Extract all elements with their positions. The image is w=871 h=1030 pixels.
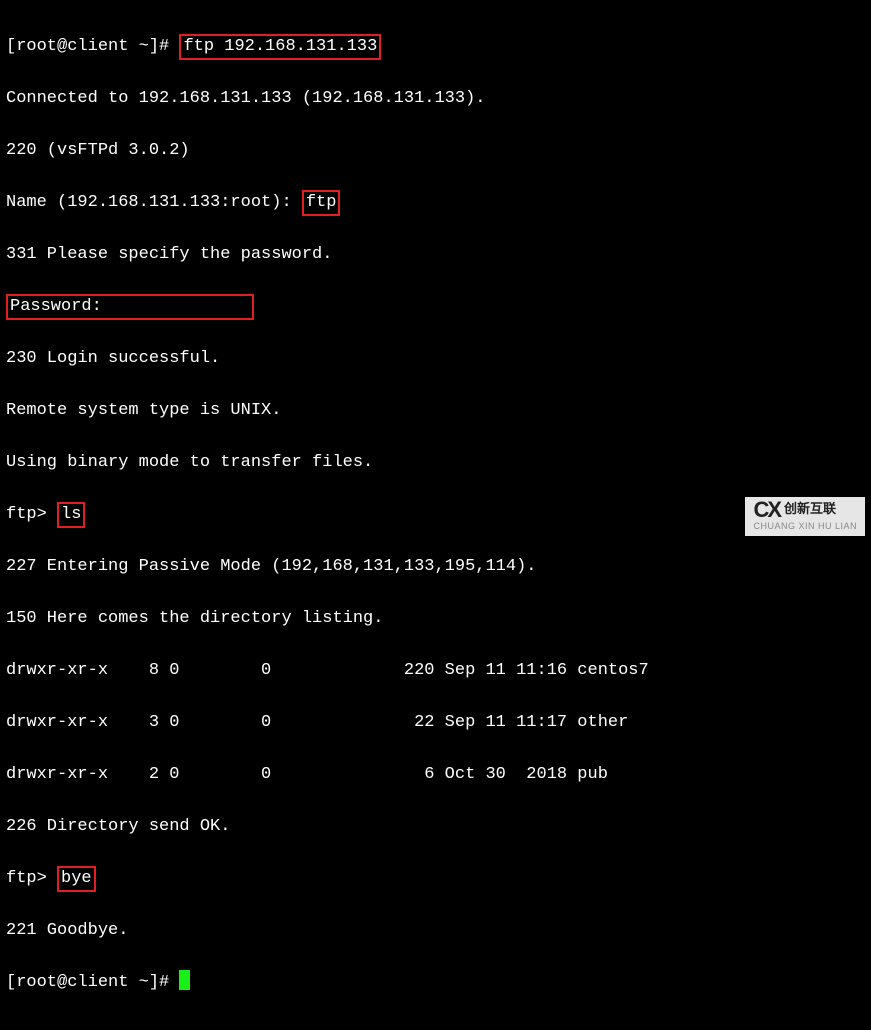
- output-150: 150 Here comes the directory listing.: [6, 606, 865, 632]
- shell-prompt: [root@client ~]#: [6, 37, 179, 56]
- dir-row: drwxr-xr-x 3 0 0 22 Sep 11 11:17 other: [6, 710, 865, 736]
- shell-prompt-line-2: [root@client ~]#: [6, 970, 865, 996]
- name-prompt-label: Name (192.168.131.133:root):: [6, 193, 302, 212]
- name-input: ftp: [302, 190, 341, 216]
- output-connected: Connected to 192.168.131.133 (192.168.13…: [6, 86, 865, 112]
- dir-row: drwxr-xr-x 8 0 0 220 Sep 11 11:16 centos…: [6, 658, 865, 684]
- password-prompt: Password:: [6, 294, 254, 320]
- output-331: 331 Please specify the password.: [6, 242, 865, 268]
- ftp-prompt-bye-line: ftp> bye: [6, 866, 865, 892]
- password-line: Password:: [6, 294, 865, 320]
- watermark-title: 创新互联: [784, 501, 836, 516]
- output-221: 221 Goodbye.: [6, 918, 865, 944]
- output-binary-mode: Using binary mode to transfer files.: [6, 450, 865, 476]
- ftp-prompt: ftp>: [6, 869, 57, 888]
- command-ftp: ftp 192.168.131.133: [179, 34, 381, 60]
- cursor-icon: [179, 970, 190, 990]
- command-ls: ls: [57, 502, 85, 528]
- shell-prompt: [root@client ~]#: [6, 973, 179, 992]
- watermark-logo: CX 创新互联 CHUANG XIN HU LIAN: [745, 497, 865, 536]
- watermark-subtitle: CHUANG XIN HU LIAN: [753, 521, 857, 531]
- output-226: 226 Directory send OK.: [6, 814, 865, 840]
- output-220: 220 (vsFTPd 3.0.2): [6, 138, 865, 164]
- output-227: 227 Entering Passive Mode (192,168,131,1…: [6, 554, 865, 580]
- shell-prompt-line: [root@client ~]# ftp 192.168.131.133: [6, 34, 865, 60]
- command-bye: bye: [57, 866, 96, 892]
- name-prompt-line: Name (192.168.131.133:root): ftp: [6, 190, 865, 216]
- watermark-glyph-icon: CX: [753, 502, 780, 517]
- ftp-prompt: ftp>: [6, 505, 57, 524]
- ftp-prompt-ls-line: ftp> ls: [6, 502, 865, 528]
- output-230: 230 Login successful.: [6, 346, 865, 372]
- terminal-output[interactable]: [root@client ~]# ftp 192.168.131.133 Con…: [0, 0, 871, 1030]
- dir-row: drwxr-xr-x 2 0 0 6 Oct 30 2018 pub: [6, 762, 865, 788]
- output-remote-system: Remote system type is UNIX.: [6, 398, 865, 424]
